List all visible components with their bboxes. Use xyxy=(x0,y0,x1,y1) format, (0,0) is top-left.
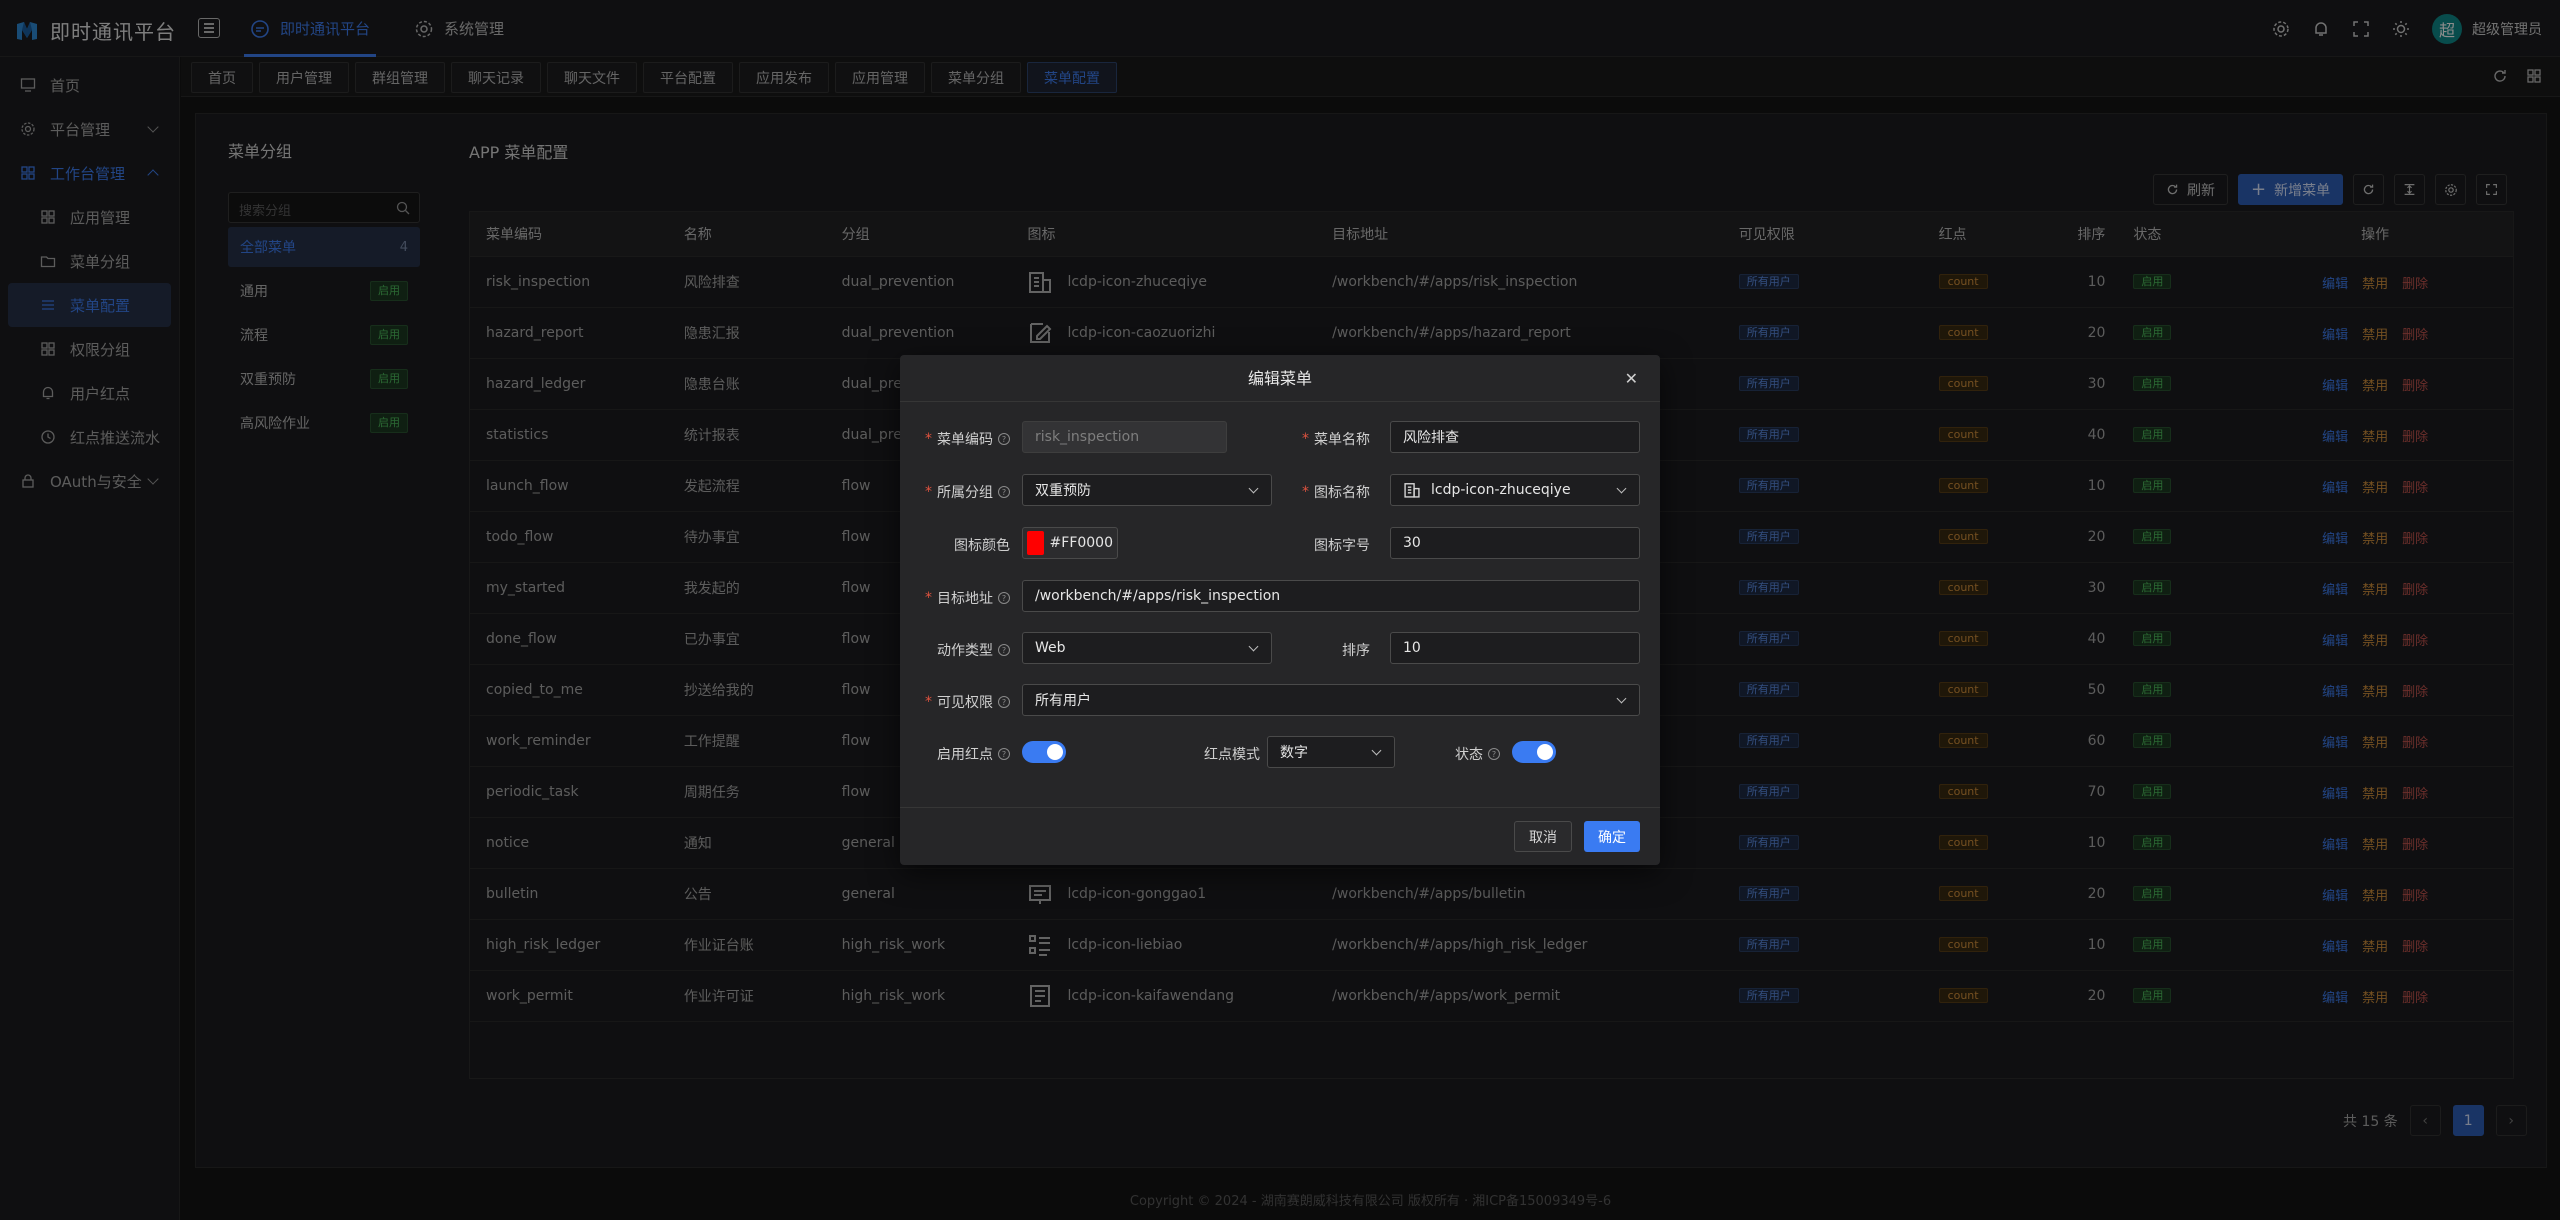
icon-select[interactable]: lcdp-icon-zhuceqiye xyxy=(1390,474,1640,506)
chevron-down-icon xyxy=(1371,745,1382,756)
dialog-header: 编辑菜单 ✕ xyxy=(900,355,1660,402)
action-type-label: 动作类型? xyxy=(910,640,1010,660)
required-mark: * xyxy=(925,431,932,447)
group-select-value: 双重预防 xyxy=(1035,483,1091,499)
group-select[interactable]: 双重预防 xyxy=(1022,474,1272,506)
dot-mode-label: 红点模式 xyxy=(1170,744,1260,764)
help-icon[interactable]: ? xyxy=(998,696,1010,708)
chevron-down-icon xyxy=(1248,483,1259,494)
icon-select-value: lcdp-icon-zhuceqiye xyxy=(1431,482,1571,498)
chevron-down-icon xyxy=(1248,641,1259,652)
status-label: 状态? xyxy=(1420,744,1500,764)
help-icon[interactable]: ? xyxy=(998,644,1010,656)
help-icon[interactable]: ? xyxy=(998,592,1010,604)
action-type-value: Web xyxy=(1035,640,1066,656)
help-icon[interactable]: ? xyxy=(998,748,1010,760)
confirm-button[interactable]: 确定 xyxy=(1584,821,1640,852)
required-mark: * xyxy=(925,694,932,710)
label-text: 图标字号 xyxy=(1314,538,1370,554)
action-type-select[interactable]: Web xyxy=(1022,632,1272,664)
help-icon[interactable]: ? xyxy=(998,433,1010,445)
dot-mode-value: 数字 xyxy=(1280,745,1308,761)
icon-label: * 图标名称 xyxy=(1280,482,1370,502)
label-text: 目标地址 xyxy=(937,591,993,607)
target-url-field[interactable]: /workbench/#/apps/risk_inspection xyxy=(1022,580,1640,612)
icon-color-picker[interactable]: #FF0000 xyxy=(1022,527,1118,559)
menu-code-field: risk_inspection xyxy=(1022,421,1227,453)
permission-select[interactable]: 所有用户 xyxy=(1022,684,1640,716)
group-label: * 所属分组? xyxy=(910,482,1010,502)
required-mark: * xyxy=(1302,431,1309,447)
label-text: 动作类型 xyxy=(937,643,993,659)
label-text: 菜单名称 xyxy=(1314,432,1370,448)
color-swatch xyxy=(1027,531,1044,555)
required-mark: * xyxy=(925,484,932,500)
label-text: 图标颜色 xyxy=(954,538,1010,554)
code-label: * 菜单编码? xyxy=(910,429,1010,449)
label-text: 可见权限 xyxy=(937,695,993,711)
sort-field[interactable]: 10 xyxy=(1390,632,1640,664)
building-icon xyxy=(1404,483,1420,498)
cancel-button[interactable]: 取消 xyxy=(1514,821,1572,852)
label-text: 所属分组 xyxy=(937,485,993,501)
label-text: 菜单编码 xyxy=(937,432,993,448)
help-icon[interactable]: ? xyxy=(998,486,1010,498)
help-icon[interactable]: ? xyxy=(1488,748,1500,760)
size-label: 图标字号 xyxy=(1280,535,1370,555)
status-toggle[interactable] xyxy=(1512,741,1556,763)
required-mark: * xyxy=(925,590,932,606)
dialog-footer: 取消 确定 xyxy=(900,807,1660,865)
label-text: 红点模式 xyxy=(1204,747,1260,763)
label-text: 启用红点 xyxy=(937,747,993,763)
chevron-down-icon xyxy=(1616,693,1627,704)
name-label: * 菜单名称 xyxy=(1280,429,1370,449)
edit-menu-dialog: 编辑菜单 ✕ * 菜单编码? risk_inspection * 菜单名称 风险排查… xyxy=(900,355,1660,865)
icon-size-field[interactable]: 30 xyxy=(1390,527,1640,559)
sort-label: 排序 xyxy=(1280,640,1370,660)
color-label: 图标颜色 xyxy=(910,535,1010,555)
label-text: 排序 xyxy=(1342,643,1370,659)
color-value: #FF0000 xyxy=(1049,535,1113,551)
dialog-title: 编辑菜单 xyxy=(1247,369,1312,388)
label-text: 状态 xyxy=(1455,747,1483,763)
close-icon[interactable]: ✕ xyxy=(1625,355,1638,402)
chevron-down-icon xyxy=(1616,483,1627,494)
target-label: * 目标地址? xyxy=(910,588,1010,608)
permission-value: 所有用户 xyxy=(1035,693,1091,709)
label-text: 图标名称 xyxy=(1314,485,1370,501)
dot-enable-label: 启用红点? xyxy=(910,744,1010,764)
dot-mode-select[interactable]: 数字 xyxy=(1267,736,1395,768)
dot-enable-toggle[interactable] xyxy=(1022,741,1066,763)
menu-name-field[interactable]: 风险排查 xyxy=(1390,421,1640,453)
permission-label: * 可见权限? xyxy=(910,692,1010,712)
required-mark: * xyxy=(1302,484,1309,500)
